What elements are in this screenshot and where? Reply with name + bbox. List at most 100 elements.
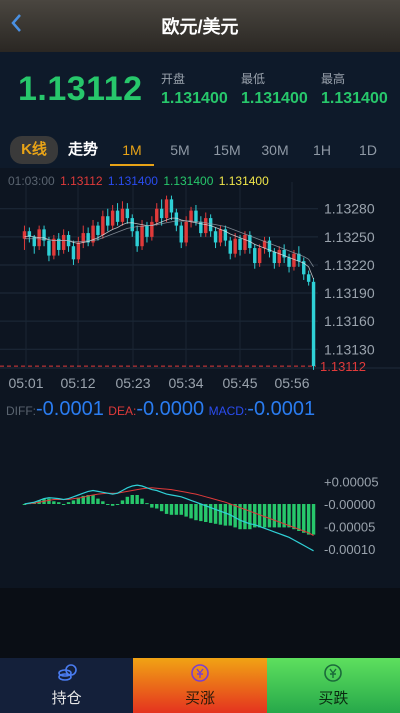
kline-chart[interactable]: 1.13280 1.13250 1.13220 1.13190 1.13160 1.131… <box>0 168 400 588</box>
quote-panel: 1.13112 开盘 最低 最高 1.131400 1.131400 1.131… <box>0 52 400 128</box>
macd-bar <box>306 504 311 535</box>
chart-area[interactable]: 1.13280 1.13250 1.13220 1.13190 1.13160 1.131… <box>0 168 400 588</box>
tab-1d[interactable]: 1D <box>350 136 386 164</box>
diff-label: DIFF: <box>6 404 36 418</box>
macd-bar <box>66 502 71 504</box>
tab-kline[interactable]: K线 <box>10 136 58 164</box>
candle-down <box>135 231 139 247</box>
current-price-label: 1.13112 <box>320 359 366 374</box>
macd-bar <box>135 495 139 504</box>
diff-value: -0.0001 <box>36 398 104 420</box>
macd-bar <box>184 504 188 517</box>
candle-up <box>218 229 223 243</box>
high-label: 最高 <box>321 72 346 86</box>
macd-bar <box>213 504 218 524</box>
candle-up <box>110 210 115 226</box>
candle-down <box>159 208 164 219</box>
y-tick-label: 1.13250 <box>324 229 375 245</box>
macd-bar <box>71 500 76 504</box>
tab-trend[interactable]: 走势 <box>64 136 102 164</box>
buy-down-button[interactable]: 买跌 <box>266 658 400 713</box>
macd-bar <box>125 496 130 504</box>
y-tick-label: 1.13220 <box>324 257 375 273</box>
macd-bar <box>52 501 56 504</box>
low-value: 1.131400 <box>241 90 308 107</box>
candle-down <box>145 225 149 237</box>
tab-15m[interactable]: 15M <box>206 136 248 164</box>
app-root: 欧元/美元 1.13112 开盘 最低 最高 1.131400 1.131400… <box>0 0 400 713</box>
macd-bar <box>223 504 228 526</box>
dea-value: -0.0000 <box>136 398 205 420</box>
macd-bar <box>159 504 164 512</box>
x-tick-label: 05:12 <box>60 375 95 391</box>
macd-bar <box>287 504 291 528</box>
candle-up <box>150 221 154 237</box>
candle-down <box>125 208 130 219</box>
macd-bar <box>292 504 296 530</box>
current-price: 1.13112 <box>18 70 143 108</box>
tab-30m[interactable]: 30M <box>254 136 296 164</box>
macd-bar <box>174 504 179 515</box>
dea-label: DEA: <box>108 404 137 418</box>
y-tick-label: 1.13190 <box>324 285 375 301</box>
candle-down <box>47 240 51 256</box>
candle-down <box>238 238 242 250</box>
x-tick-label: 05:23 <box>115 375 150 391</box>
macd-bar <box>189 504 193 519</box>
low-label: 最低 <box>241 72 266 86</box>
candle-up <box>184 221 188 243</box>
candle-down <box>96 225 100 235</box>
candle-up <box>140 225 144 247</box>
buy-up-label: 买涨 <box>184 690 215 707</box>
buy-up-button[interactable]: 买涨 <box>133 658 267 713</box>
macd-bar <box>297 504 301 531</box>
coins-icon <box>57 664 77 681</box>
bottom-action-bar: 持仓 买涨 买跌 <box>0 658 400 713</box>
macd-bar <box>96 498 100 504</box>
macd-bar <box>233 504 237 528</box>
candle-up <box>120 208 125 222</box>
macd-value: -0.0001 <box>247 398 316 420</box>
macd-bar <box>179 504 183 515</box>
macd-bar <box>115 504 120 505</box>
tab-5m[interactable]: 5M <box>160 136 200 164</box>
candle-down <box>213 231 218 243</box>
macd-bar <box>267 504 272 528</box>
tab-1h[interactable]: 1H <box>304 136 340 164</box>
candle-down <box>174 212 179 226</box>
legend-ma2: 1.131400 <box>107 174 158 188</box>
macd-bar <box>150 504 154 508</box>
y-tick-label: 1.13280 <box>324 201 375 217</box>
macd-bar <box>61 504 66 505</box>
legend-ma1: 1.13112 <box>60 174 103 188</box>
tab-1m[interactable]: 1M <box>110 136 154 166</box>
legend-ma4: 1.131400 <box>218 174 269 188</box>
macd-bar <box>277 504 281 528</box>
candle-up <box>101 216 105 235</box>
candle-down <box>130 218 134 232</box>
legend-ma3: 1.131400 <box>163 174 214 188</box>
candle-down <box>42 229 46 241</box>
header-bar: 欧元/美元 <box>0 0 400 52</box>
candle-up <box>189 210 193 222</box>
back-button[interactable] <box>6 10 28 36</box>
macd-y-tick-label: -0.00010 <box>324 542 375 557</box>
candle-up <box>155 208 159 222</box>
yen-down-icon <box>324 664 343 682</box>
macd-bar <box>164 504 169 514</box>
chevron-left-icon <box>11 14 21 32</box>
high-value: 1.131400 <box>321 90 388 107</box>
macd-bar <box>272 504 277 528</box>
candle-up <box>233 238 237 254</box>
macd-y-tick-label: +0.00005 <box>324 475 379 490</box>
macd-bar <box>130 495 134 504</box>
candle-up <box>292 253 296 267</box>
candle-down <box>228 240 232 254</box>
macd-bar <box>311 504 316 535</box>
macd-label: MACD: <box>208 404 248 418</box>
macd-bar <box>194 504 198 521</box>
x-tick-label: 05:01 <box>8 375 43 391</box>
hold-button[interactable]: 持仓 <box>0 658 134 713</box>
candle-up <box>204 218 208 234</box>
timeframe-tabs: K线 走势 1M 5M 15M 30M 1H 1D <box>0 128 400 168</box>
